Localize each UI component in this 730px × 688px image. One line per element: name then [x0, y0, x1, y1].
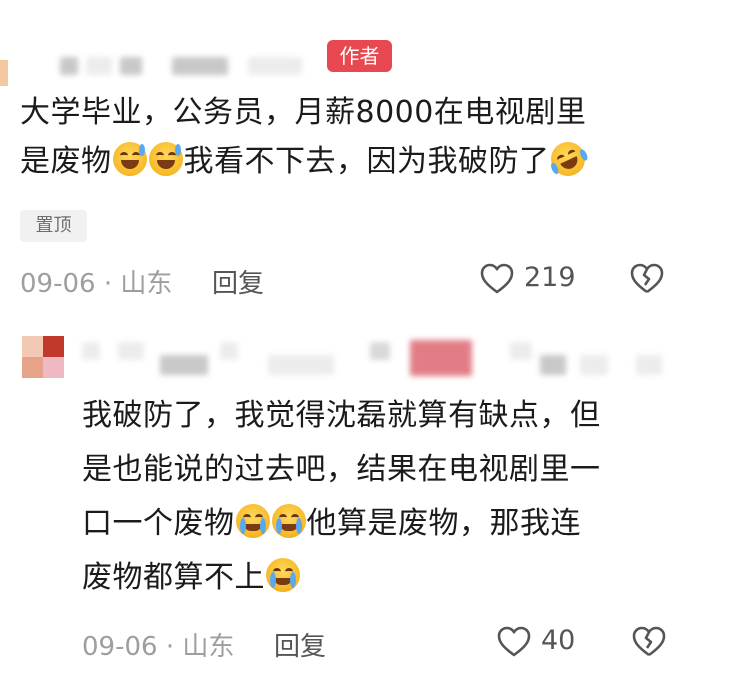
avatar[interactable] — [22, 336, 64, 378]
comment-text-line: 废物都算不上 — [82, 551, 722, 605]
reply-button[interactable]: 回复 — [212, 263, 264, 300]
broken-heart-icon[interactable] — [630, 263, 664, 295]
heart-outline-icon — [497, 626, 531, 658]
comment-text-segment: 是废物 — [20, 144, 112, 179]
like-count: 219 — [524, 262, 576, 293]
comment-text-line: 我破防了，我觉得沈磊就算有缺点，但 — [82, 398, 601, 433]
broken-heart-icon[interactable] — [632, 626, 666, 658]
comment-date-location: 09-06 · 山东 — [20, 269, 173, 299]
loudly-crying-emoji-icon — [271, 504, 306, 538]
author-badge: 作者 — [327, 40, 392, 72]
loudly-crying-emoji-icon — [266, 558, 300, 592]
comment-text-segment: 废物都算不上 — [82, 560, 265, 595]
comment-text-line: 大学毕业，公务员，月薪8000在电视剧里 — [20, 95, 587, 130]
comment-text-segment: 他算是废物，那我连 — [306, 506, 581, 541]
grinning-sweat-emoji-icon — [112, 142, 147, 176]
loudly-crying-emoji-icon — [235, 504, 270, 538]
reply-button[interactable]: 回复 — [274, 626, 326, 663]
avatar[interactable] — [0, 60, 8, 86]
comment-text-line: 是也能说的过去吧，结果在电视剧里一 — [82, 452, 601, 487]
heart-outline-icon — [480, 263, 514, 295]
pinned-tag: 置顶 — [20, 210, 87, 242]
comment-text-line: 是废物 我看不下去，因为我破防了 — [20, 136, 720, 186]
comment-text-segment: 我看不下去，因为我破防了 — [183, 144, 550, 179]
like-button[interactable]: 40 — [497, 625, 597, 661]
comment-text: 大学毕业，公务员，月薪8000在电视剧里 是废物 我看不下去，因为我破防了 — [20, 88, 720, 186]
like-count: 40 — [541, 625, 576, 656]
comment-date-location: 09-06 · 山东 — [82, 632, 235, 662]
comment-text-line: 口一个废物 他算是废物，那我连 — [82, 497, 722, 551]
rolling-laughing-emoji-icon — [544, 136, 591, 182]
comment-text-segment: 口一个废物 — [82, 506, 235, 541]
comment-text: 我破防了，我觉得沈磊就算有缺点，但 是也能说的过去吧，结果在电视剧里一 口一个废… — [82, 389, 722, 605]
grinning-sweat-emoji-icon — [148, 142, 183, 176]
like-button[interactable]: 219 — [480, 262, 590, 298]
